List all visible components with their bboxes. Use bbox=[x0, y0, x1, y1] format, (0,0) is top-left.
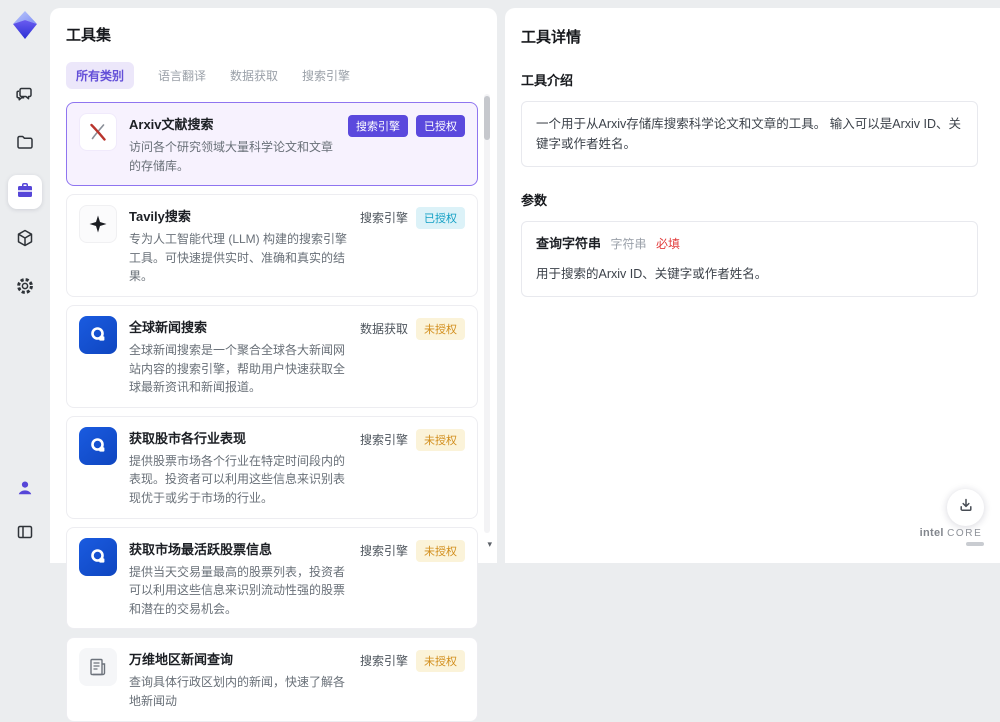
tool-description: 提供当天交易量最高的股票列表，投资者可以利用这些信息来识别流动性强的股票和潜在的… bbox=[129, 564, 346, 616]
tool-description: 提供股票市场各个行业在特定时间段内的表现。投资者可以利用这些信息来识别表现优于或… bbox=[129, 453, 346, 505]
tool-icon bbox=[79, 315, 117, 354]
tool-title: Tavily搜索 bbox=[129, 209, 191, 225]
tool-title: 万维地区新闻查询 bbox=[129, 652, 234, 668]
tab-语言翻译[interactable]: 语言翻译 bbox=[158, 67, 206, 84]
left-sidebar bbox=[0, 0, 50, 563]
sidebar-item-settings[interactable] bbox=[8, 271, 42, 305]
tool-card[interactable]: Arxiv文献搜索 访问各个研究领域大量科学论文和文章的存储库。 搜索引擎 已授… bbox=[66, 102, 478, 187]
toolbox-icon bbox=[15, 180, 35, 205]
tab-所有类别[interactable]: 所有类别 bbox=[66, 62, 135, 89]
settings-gear-icon bbox=[15, 276, 35, 301]
tool-card[interactable]: 获取股市各行业表现 提供股票市场各个行业在特定时间段内的表现。投资者可以利用这些… bbox=[66, 415, 478, 519]
tool-card[interactable]: 万维地区新闻查询 查询具体行政区划内的新闻，快速了解各地新闻动 搜索引擎 未授权 bbox=[66, 637, 478, 722]
brand-intel: intel bbox=[919, 527, 944, 539]
intro-box: 一个用于从Arxiv存储库搜索科学论文和文章的工具。 输入可以是Arxiv ID… bbox=[521, 101, 978, 167]
tab-搜索引擎[interactable]: 搜索引擎 bbox=[302, 67, 350, 84]
tool-card[interactable]: Tavily搜索 专为人工智能代理 (LLM) 构建的搜索引擎工具。可快速提供实… bbox=[66, 194, 478, 297]
tool-icon bbox=[79, 113, 117, 151]
chat-icon bbox=[15, 84, 35, 109]
brand-core: core bbox=[947, 528, 983, 539]
user-avatar-icon bbox=[16, 479, 34, 502]
tool-card[interactable]: 全球新闻搜索 全球新闻搜索是一个聚合全球各大新闻网站内容的搜索引擎，帮助用户快速… bbox=[66, 304, 478, 408]
tool-icon bbox=[79, 426, 117, 465]
tool-card[interactable]: 获取市场最活跃股票信息 提供当天交易量最高的股票列表，投资者可以利用这些信息来识… bbox=[66, 526, 478, 630]
tool-auth-badge: 未授权 bbox=[416, 428, 465, 451]
sidebar-item-account[interactable] bbox=[8, 473, 42, 507]
tool-auth-badge: 未授权 bbox=[416, 317, 465, 340]
tool-title: 获取市场最活跃股票信息 bbox=[129, 541, 273, 557]
intel-core-logo: intel core bbox=[914, 527, 988, 546]
download-button[interactable] bbox=[947, 489, 984, 526]
tab-数据获取[interactable]: 数据获取 bbox=[230, 67, 278, 84]
tool-list-panel: 工具集 所有类别 语言翻译 数据获取 搜索引擎 Arxiv文献搜索 访问各个研究领域大 bbox=[50, 8, 497, 722]
tool-auth-badge: 已授权 bbox=[416, 115, 465, 137]
tool-icon bbox=[79, 648, 117, 687]
app-logo bbox=[11, 10, 39, 45]
params-box: 查询字符串 字符串 必填 用于搜索的Arxiv ID、关键字或作者姓名。 bbox=[521, 221, 978, 297]
parameter-item: 查询字符串 字符串 必填 用于搜索的Arxiv ID、关键字或作者姓名。 bbox=[536, 234, 963, 284]
scrollbar-down-arrow-icon[interactable]: ▾ bbox=[487, 540, 492, 549]
tool-category-tag: 搜索引擎 bbox=[359, 432, 408, 447]
param-type: 字符串 bbox=[610, 237, 647, 251]
tool-description: 专为人工智能代理 (LLM) 构建的搜索引擎工具。可快速提供实时、准确和真实的结… bbox=[129, 232, 348, 284]
detail-title: 工具详情 bbox=[521, 29, 582, 46]
intro-heading: 工具介绍 bbox=[521, 73, 574, 88]
tool-auth-badge: 已授权 bbox=[416, 207, 465, 230]
tool-list: Arxiv文献搜索 访问各个研究领域大量科学论文和文章的存储库。 搜索引擎 已授… bbox=[66, 102, 478, 722]
tool-category-tag: 搜索引擎 bbox=[359, 543, 408, 558]
page-title: 工具集 bbox=[66, 27, 112, 44]
sidebar-item-files[interactable] bbox=[8, 127, 42, 161]
param-description: 用于搜索的Arxiv ID、关键字或作者姓名。 bbox=[536, 266, 768, 281]
tool-category-tag: 搜索引擎 bbox=[348, 115, 408, 137]
param-required-badge: 必填 bbox=[656, 237, 681, 251]
sidebar-item-chat[interactable] bbox=[8, 79, 42, 113]
category-tabs: 所有类别 语言翻译 数据获取 搜索引擎 bbox=[66, 62, 477, 89]
panel-toggle-icon bbox=[16, 523, 34, 546]
download-icon bbox=[958, 497, 974, 518]
tool-category-tag: 搜索引擎 bbox=[359, 654, 408, 669]
sidebar-item-collapse[interactable] bbox=[8, 517, 42, 551]
cube-icon bbox=[15, 228, 35, 253]
tool-icon bbox=[79, 205, 117, 244]
tool-auth-badge: 未授权 bbox=[416, 650, 465, 673]
tool-list-scrollbar[interactable] bbox=[484, 94, 490, 533]
tool-detail-panel: 工具详情 工具介绍 一个用于从Arxiv存储库搜索科学论文和文章的工具。 输入可… bbox=[505, 8, 1000, 563]
tool-auth-badge: 未授权 bbox=[416, 539, 465, 562]
sidebar-item-tools[interactable] bbox=[8, 175, 42, 209]
tool-title: 全球新闻搜索 bbox=[129, 319, 208, 335]
folder-icon bbox=[15, 132, 35, 157]
intro-text: 一个用于从Arxiv存储库搜索科学论文和文章的工具。 输入可以是Arxiv ID… bbox=[536, 117, 962, 151]
tool-title: 获取股市各行业表现 bbox=[129, 430, 247, 446]
tool-category-tag: 搜索引擎 bbox=[359, 211, 408, 226]
tool-description: 查询具体行政区划内的新闻，快速了解各地新闻动 bbox=[129, 675, 346, 708]
params-heading: 参数 bbox=[521, 193, 548, 208]
tool-icon bbox=[79, 537, 117, 576]
tool-title: Arxiv文献搜索 bbox=[129, 117, 214, 132]
sidebar-item-packages[interactable] bbox=[8, 223, 42, 257]
scrollbar-thumb[interactable] bbox=[484, 96, 490, 140]
param-name: 查询字符串 bbox=[536, 236, 602, 251]
brand-sub-mark bbox=[966, 542, 984, 546]
tool-description: 访问各个研究领域大量科学论文和文章的存储库。 bbox=[129, 140, 334, 173]
tool-description: 全球新闻搜索是一个聚合全球各大新闻网站内容的搜索引擎，帮助用户快速获取全球最新资… bbox=[129, 342, 346, 395]
tool-category-tag: 数据获取 bbox=[359, 321, 408, 336]
